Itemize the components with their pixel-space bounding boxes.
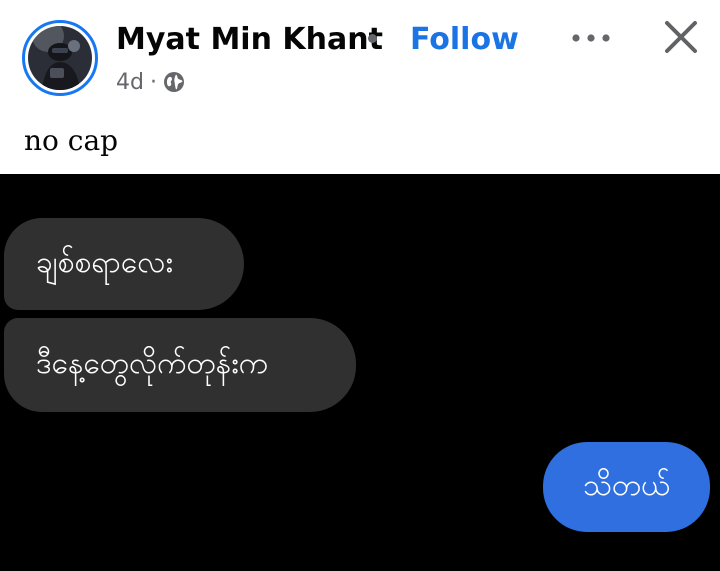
post-timestamp[interactable]: 4d xyxy=(116,70,144,95)
avatar[interactable] xyxy=(22,20,98,96)
message-text: ဒီနေ့တွေလိုက်တုန်းက xyxy=(36,345,269,381)
incoming-message-bubble: ဒီနေ့တွေလိုက်တုန်းက xyxy=(4,318,356,412)
message-text: ချစ်စရာလေး xyxy=(36,244,173,280)
meta-separator: · xyxy=(149,69,157,95)
outgoing-message-bubble: သိတယ် xyxy=(543,442,710,532)
follow-button[interactable]: Follow xyxy=(410,22,519,57)
incoming-message-bubble: ချစ်စရာလေး xyxy=(4,218,244,310)
post-meta: 4d · xyxy=(116,68,185,96)
globe-icon xyxy=(163,71,185,93)
avatar-image xyxy=(28,26,92,90)
post-header: Myat Min Khant Follow 4d · no cap xyxy=(0,0,720,174)
ellipsis-icon[interactable] xyxy=(570,26,612,50)
post-caption: no cap xyxy=(24,124,119,157)
separator-dot xyxy=(368,34,377,43)
post-photo[interactable]: ချစ်စရာလေး ဒီနေ့တွေလိုက်တုန်းက သိတယ် xyxy=(0,174,720,571)
close-icon[interactable] xyxy=(662,18,700,56)
author-name[interactable]: Myat Min Khant xyxy=(116,22,383,57)
message-text: သိတယ် xyxy=(582,467,671,503)
